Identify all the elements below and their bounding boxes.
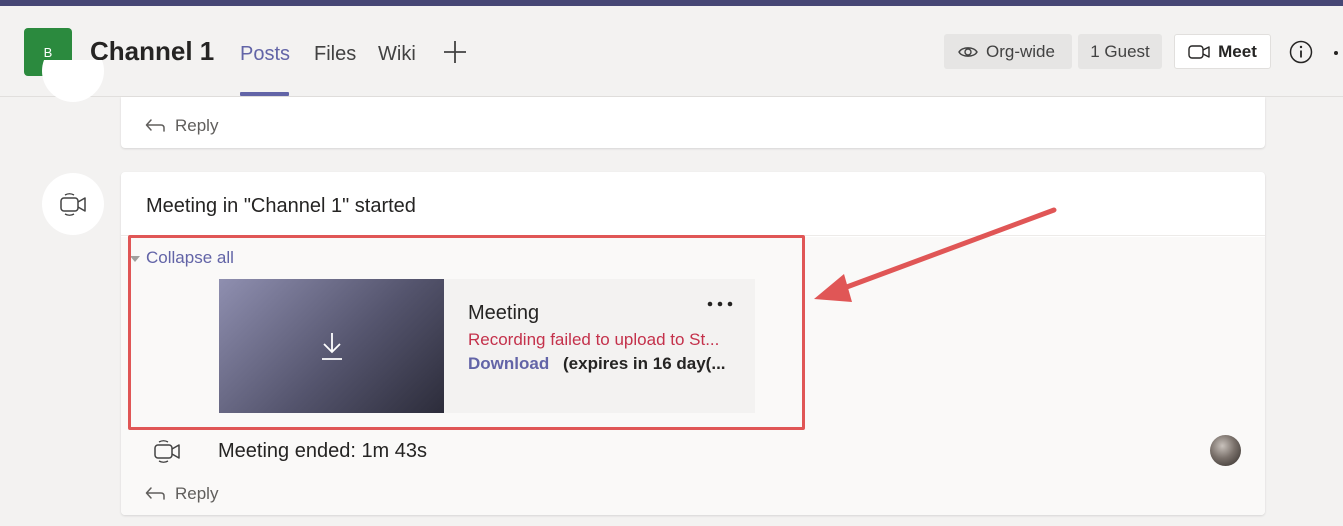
- post-avatar: [42, 60, 104, 104]
- reply-button[interactable]: Reply: [145, 116, 218, 136]
- guest-badge[interactable]: 1 Guest: [1078, 34, 1162, 69]
- annotation-arrow: [814, 207, 1057, 302]
- reply-label: Reply: [175, 116, 219, 135]
- more-options-icon[interactable]: [1333, 50, 1343, 56]
- video-camera-icon: [60, 193, 86, 216]
- meeting-ended-text: Meeting ended: 1m 43s: [218, 440, 428, 462]
- previous-post-card: [121, 97, 1265, 148]
- info-icon[interactable]: [1289, 40, 1313, 64]
- tab-posts[interactable]: Posts: [240, 43, 290, 66]
- org-wide-badge[interactable]: Org-wide: [944, 34, 1072, 69]
- reply-icon: [145, 487, 165, 500]
- tab-wiki[interactable]: Wiki: [378, 43, 416, 66]
- reply-label: Reply: [175, 484, 219, 503]
- meet-label: Meet: [1218, 41, 1257, 61]
- eye-icon: [958, 46, 978, 57]
- reply-icon: [145, 119, 165, 132]
- video-camera-icon: [1188, 44, 1210, 59]
- channel-title: Channel 1: [90, 36, 215, 66]
- meeting-avatar: [42, 173, 104, 235]
- annotation-highlight-box: [128, 235, 805, 430]
- tab-files[interactable]: Files: [314, 43, 356, 66]
- video-camera-icon: [154, 440, 180, 463]
- channel-header: B Channel 1 Posts Files Wiki Org-wide 1 …: [0, 6, 1343, 97]
- reply-button[interactable]: Reply: [145, 484, 218, 504]
- user-avatar[interactable]: [1210, 435, 1241, 466]
- meeting-started-title: Meeting in "Channel 1" started: [146, 195, 416, 217]
- active-tab-indicator: [240, 92, 289, 96]
- guest-label: 1 Guest: [1090, 41, 1150, 61]
- org-wide-label: Org-wide: [986, 41, 1055, 61]
- meet-button[interactable]: Meet: [1174, 34, 1271, 69]
- plus-icon[interactable]: [441, 38, 469, 66]
